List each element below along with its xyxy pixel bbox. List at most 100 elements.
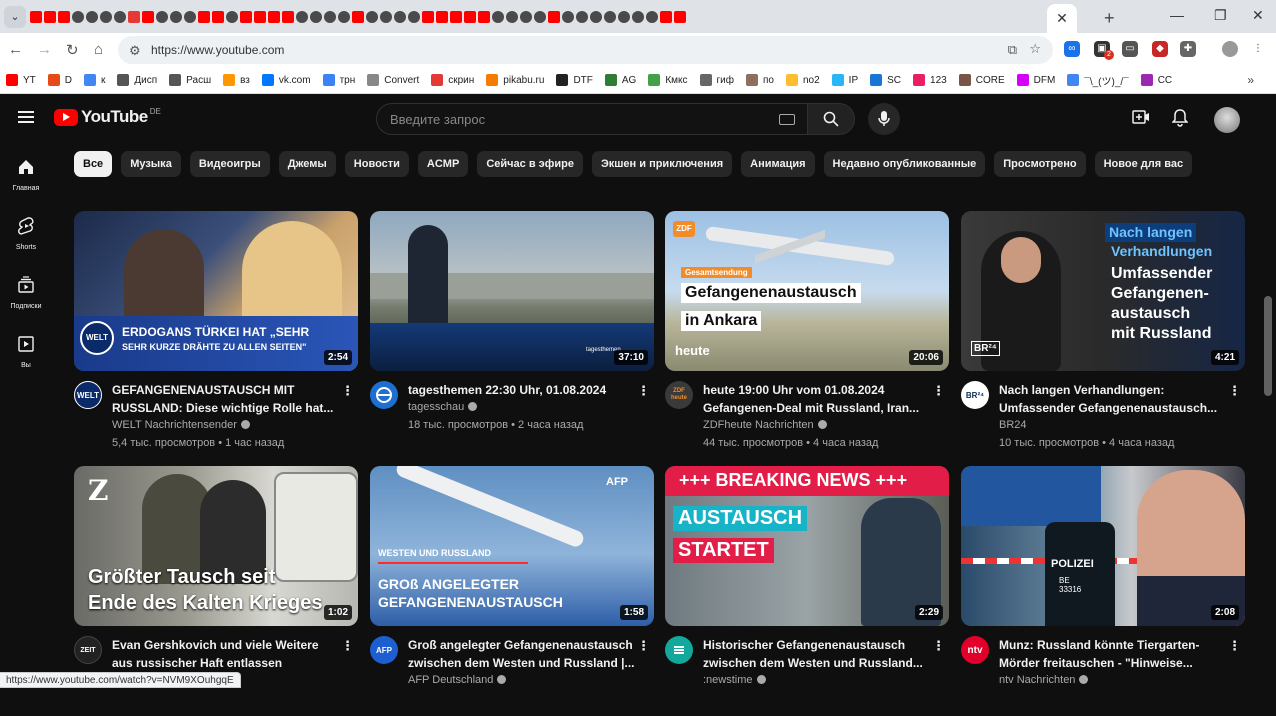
bookmark-item[interactable]: pikabu.ru (486, 74, 544, 86)
keyboard-icon[interactable] (779, 114, 795, 125)
filter-chip[interactable]: Все (74, 151, 113, 177)
video-card[interactable]: tagesthemen 37:10 tagesthemen 22:30 Uhr,… (370, 211, 654, 461)
video-title[interactable]: GEFANGENENAUSTAUSCH MIT RUSSLAND: Diese … (112, 381, 340, 417)
tab-favicon[interactable] (198, 10, 210, 23)
channel-avatar[interactable]: BR²⁴ (961, 381, 989, 409)
bookmark-item[interactable]: Convert (367, 74, 419, 86)
video-title[interactable]: heute 19:00 Uhr vom 01.08.2024 Gefangene… (703, 381, 931, 417)
site-info-icon[interactable]: ⚙ (129, 43, 141, 59)
channel-avatar[interactable]: ntv (961, 636, 989, 664)
tab-favicon[interactable] (268, 10, 280, 23)
bookmark-item[interactable]: Расш (169, 74, 211, 86)
channel-name-text[interactable]: :newstime (703, 674, 753, 686)
video-thumbnail[interactable]: WELT ERDOGANS TÜRKEI HAT „SEHR SEHR KURZ… (74, 211, 358, 371)
bookmark-item[interactable]: скрин (431, 74, 474, 86)
tab-favicon[interactable] (212, 10, 224, 23)
bookmark-item[interactable]: Дисп (117, 74, 157, 86)
bookmark-item[interactable]: ¯\_(ツ)_/¯ (1067, 73, 1129, 88)
install-app-icon[interactable]: ⧉ (1008, 42, 1017, 58)
create-video-icon[interactable] (1132, 109, 1150, 125)
tab-favicon[interactable] (604, 10, 616, 23)
extensions-puzzle-icon[interactable]: ✚ (1180, 41, 1196, 57)
bookmark-item[interactable]: D (47, 74, 72, 86)
rail-item-shorts[interactable]: Shorts (0, 217, 52, 251)
filter-chip[interactable]: Экшен и приключения (591, 151, 733, 177)
tab-favicon[interactable] (44, 10, 56, 23)
more-actions-icon[interactable]: ⋮ (932, 638, 945, 654)
video-thumbnail[interactable]: POLIZEI BE 33316 2:08 (961, 466, 1245, 626)
tab-favicon[interactable] (380, 10, 392, 23)
video-title[interactable]: Evan Gershkovich und viele Weitere aus r… (112, 636, 340, 672)
active-tab[interactable]: ✕ (1047, 4, 1077, 33)
tab-favicon[interactable] (548, 10, 560, 23)
omnibox[interactable]: ⚙ https://www.youtube.com ⧉ ☆ (118, 36, 1053, 64)
filter-chip[interactable]: Музыка (121, 151, 181, 177)
channel-avatar[interactable]: WELT (74, 381, 102, 409)
minimize-button[interactable]: — (1170, 7, 1184, 23)
channel-name-text[interactable]: ntv Nachrichten (999, 674, 1075, 686)
rail-item-home[interactable]: Главная (0, 158, 52, 192)
more-actions-icon[interactable]: ⋮ (637, 383, 650, 399)
voice-search-button[interactable] (868, 103, 900, 135)
bookmarks-overflow-icon[interactable]: » (1247, 73, 1254, 87)
filter-chip[interactable]: Просмотрено (994, 151, 1086, 177)
bookmark-item[interactable]: IP (831, 74, 858, 86)
bookmark-item[interactable]: DFM (1016, 74, 1055, 86)
video-thumbnail[interactable]: AFP WESTEN UND RUSSLAND GROß ANGELEGTER … (370, 466, 654, 626)
new-tab-button[interactable]: + (1104, 8, 1115, 29)
tab-favicon[interactable] (58, 10, 70, 23)
forward-arrow-icon[interactable]: → (37, 41, 52, 58)
tab-favicon[interactable] (254, 10, 266, 23)
browser-menu-icon[interactable]: ⋮ (1250, 41, 1266, 57)
bookmark-item[interactable]: гиф (699, 74, 734, 86)
tab-favicon[interactable] (422, 10, 434, 23)
bookmark-item[interactable]: по (746, 74, 774, 86)
channel-name[interactable]: ZDFheute Nachrichten (703, 419, 827, 431)
bookmark-item[interactable]: к (84, 74, 105, 86)
tab-favicon[interactable] (142, 10, 154, 23)
channel-name-text[interactable]: WELT Nachrichtensender (112, 419, 237, 431)
tab-favicon[interactable] (674, 10, 686, 23)
tab-favicon[interactable] (590, 10, 602, 23)
channel-avatar[interactable]: AFP (370, 636, 398, 664)
tab-favicon[interactable] (478, 10, 490, 23)
more-actions-icon[interactable]: ⋮ (637, 638, 650, 654)
channel-avatar[interactable]: ZEIT (74, 636, 102, 664)
rail-item-subscriptions[interactable]: Подписки (0, 276, 52, 310)
bookmark-item[interactable]: no2 (785, 74, 820, 86)
tab-favicon[interactable] (450, 10, 462, 23)
channel-name[interactable]: BR24 (999, 419, 1027, 431)
video-thumbnail[interactable]: Z Größter Tausch seit Ende des Kalten Kr… (74, 466, 358, 626)
channel-name[interactable]: tagesschau (408, 401, 478, 413)
maximize-button[interactable]: ❐ (1214, 7, 1227, 24)
bookmark-item[interactable]: вз (223, 74, 250, 86)
tab-favicon[interactable] (520, 10, 532, 23)
filter-chip[interactable]: Недавно опубликованные (823, 151, 986, 177)
bookmark-item[interactable]: AG (604, 74, 636, 86)
channel-avatar[interactable] (665, 636, 693, 664)
bookmark-item[interactable]: CC (1140, 74, 1172, 86)
filter-chip[interactable]: ACMP (417, 151, 469, 177)
tab-favicon[interactable] (324, 10, 336, 23)
bookmark-item[interactable]: трн (322, 74, 355, 86)
home-icon[interactable]: ⌂ (94, 41, 103, 58)
tab-favicon[interactable] (492, 10, 504, 23)
tab-favicon[interactable] (282, 10, 294, 23)
page-scrollbar[interactable] (1264, 296, 1272, 396)
video-title[interactable]: Historischer Gefangenenaustausch zwische… (703, 636, 931, 672)
hamburger-menu-icon[interactable] (18, 111, 34, 126)
close-window-button[interactable]: ✕ (1252, 7, 1264, 24)
video-title[interactable]: tagesthemen 22:30 Uhr, 01.08.2024 (408, 381, 636, 399)
account-avatar[interactable] (1214, 107, 1240, 133)
reload-icon[interactable]: ↻ (66, 41, 79, 59)
tab-favicon[interactable] (226, 10, 238, 23)
tab-favicon[interactable] (632, 10, 644, 23)
youtube-logo[interactable]: YouTube DE (54, 107, 161, 127)
tab-favicon[interactable] (128, 10, 140, 23)
tab-favicon[interactable] (506, 10, 518, 23)
video-title[interactable]: Munz: Russland könnte Tiergarten-Mörder … (999, 636, 1227, 672)
channel-name[interactable]: AFP Deutschland (408, 674, 507, 686)
tab-favicon[interactable] (86, 10, 98, 23)
tab-favicon[interactable] (646, 10, 658, 23)
tab-favicon[interactable] (310, 10, 322, 23)
